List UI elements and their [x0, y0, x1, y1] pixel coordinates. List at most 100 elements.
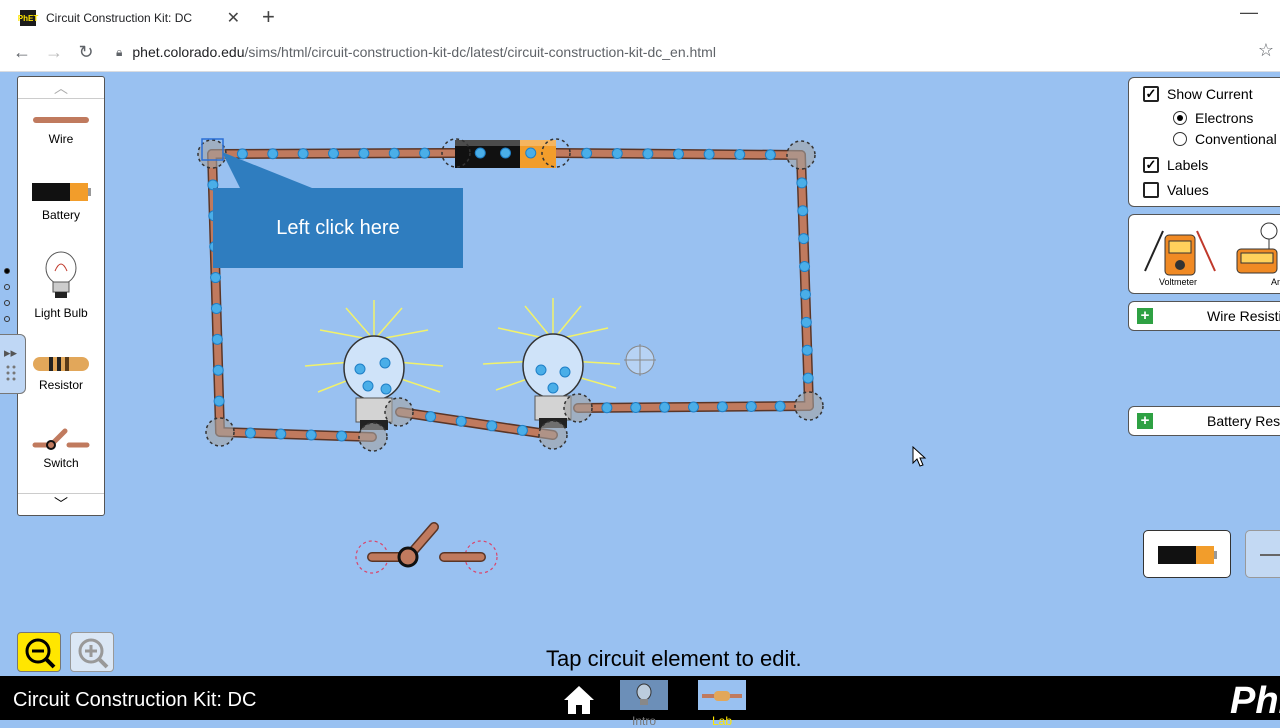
instruction-tooltip: Left click here	[213, 188, 463, 268]
electron	[800, 316, 812, 328]
electron	[380, 383, 392, 395]
reload-icon[interactable]: ↻	[70, 42, 102, 63]
minimize-window-button[interactable]: —	[1240, 2, 1258, 23]
electron	[642, 148, 654, 160]
vertex-bulb1-right[interactable]	[384, 397, 414, 427]
toolbox-switch[interactable]: Switch	[18, 425, 104, 470]
electron	[336, 430, 348, 442]
sim-title: Circuit Construction Kit: DC	[13, 689, 257, 711]
loose-switch[interactable]	[355, 522, 498, 574]
values-checkbox[interactable]: Values	[1143, 182, 1209, 198]
electron	[774, 400, 786, 412]
electron	[703, 148, 715, 160]
electron	[525, 147, 537, 159]
ammeter-label: Amm	[1271, 277, 1280, 287]
simulation-play-area: ︿ Wire Battery Light Bulb Resistor Switc…	[0, 72, 1280, 676]
back-arrow-icon[interactable]: ←	[6, 42, 38, 63]
address-bar-row: ← → ↻ 🔒︎ phet.colorado.edu/sims/html/cir…	[0, 36, 1280, 68]
screen-intro-button[interactable]: Intro	[620, 680, 668, 728]
electron	[474, 147, 486, 159]
toolbox-resistor[interactable]: Resistor	[18, 355, 104, 392]
browser-tab[interactable]: PhET Circuit Construction Kit: DC ✕	[8, 4, 248, 32]
battery-icon	[1158, 546, 1217, 564]
lock-icon: 🔒︎	[116, 44, 123, 59]
electron	[500, 147, 511, 159]
wire-resistivity-panel[interactable]: + Wire Resistivi	[1128, 301, 1280, 331]
new-tab-button[interactable]: +	[262, 4, 275, 30]
electron	[630, 402, 642, 413]
electron	[797, 205, 809, 217]
page-dot-2[interactable]	[4, 284, 10, 290]
checkbox-checked-icon: ✓	[1143, 157, 1159, 173]
expand-plus-icon[interactable]: +	[1137, 308, 1153, 324]
forward-arrow-icon[interactable]: →	[38, 42, 70, 63]
sensor-drawer-handle[interactable]: ▸▸	[0, 334, 26, 394]
checkbox-checked-icon: ✓	[1143, 86, 1159, 102]
vertex-bulb1-left[interactable]	[358, 422, 388, 452]
conventional-radio[interactable]: Conventional	[1173, 131, 1277, 147]
labels-checkbox[interactable]: ✓ Labels	[1143, 157, 1208, 173]
electron	[611, 148, 623, 159]
radio-selected-icon	[1173, 111, 1187, 125]
electrons-radio[interactable]: Electrons	[1173, 110, 1253, 126]
phet-favicon-icon: PhET	[18, 10, 38, 26]
radio-unselected-icon	[1173, 132, 1187, 146]
carousel-down-button[interactable]: ﹀	[18, 493, 104, 515]
electron	[547, 382, 559, 394]
toolbox-label: Light Bulb	[34, 306, 88, 320]
display-options-panel: ✓ Show Current Electrons Conventional ✓ La…	[1128, 77, 1280, 207]
screen-label: Intro	[631, 714, 656, 728]
url-field[interactable]: phet.colorado.edu/sims/html/circuit-cons…	[132, 44, 716, 60]
electron	[734, 149, 746, 160]
wire-type-button[interactable]	[1245, 530, 1280, 578]
bookmark-star-icon[interactable]: ☆	[1258, 40, 1274, 61]
checkbox-unchecked-icon	[1143, 182, 1159, 198]
url-path: /sims/html/circuit-construction-kit-dc/l…	[244, 44, 716, 60]
wire-icon	[1260, 554, 1280, 556]
zoom-in-icon	[78, 638, 109, 669]
vertex-bottom-right[interactable]	[794, 391, 824, 421]
page-dot-4[interactable]	[4, 316, 10, 322]
electron	[210, 302, 222, 314]
vertex-bulb2-left[interactable]	[538, 420, 568, 450]
electron	[799, 288, 811, 300]
expand-plus-icon[interactable]: +	[1137, 413, 1153, 429]
vertex-bottom-left[interactable]	[205, 417, 235, 447]
electron	[354, 363, 366, 375]
svg-text:▸▸: ▸▸	[4, 346, 18, 361]
show-current-checkbox[interactable]: ✓ Show Current	[1143, 86, 1253, 102]
electron	[601, 402, 613, 414]
battery-resistance-panel[interactable]: + Battery Resista	[1128, 406, 1280, 436]
resistor-icon	[33, 357, 89, 371]
sensor-toolbox: Voltmeter Amm	[1128, 214, 1280, 294]
electron	[486, 420, 498, 432]
wire-resistivity-title: Wire Resistivi	[1207, 308, 1280, 324]
close-tab-icon[interactable]: ✕	[227, 8, 240, 28]
electrons-label: Electrons	[1195, 110, 1254, 126]
zoom-out-icon	[25, 638, 56, 669]
show-current-label: Show Current	[1167, 86, 1253, 102]
zoom-in-button[interactable]	[70, 632, 114, 672]
browser-chrome: PhET Circuit Construction Kit: DC ✕ + — …	[0, 0, 1280, 72]
voltmeter-icon[interactable]	[1141, 221, 1221, 277]
phet-logo[interactable]: PhET	[1230, 682, 1280, 720]
vertex-top-right[interactable]	[786, 140, 816, 170]
electron	[716, 401, 728, 413]
electron	[659, 401, 671, 413]
vertex-bulb2-right[interactable]	[563, 393, 593, 423]
electron	[559, 366, 571, 378]
electron	[801, 344, 813, 356]
lab-screen-icon	[698, 680, 746, 710]
switch-icon	[32, 428, 90, 450]
page-dot-3[interactable]	[4, 300, 10, 306]
zoom-out-button[interactable]	[17, 632, 61, 672]
electron	[802, 372, 814, 384]
home-icon[interactable]	[562, 684, 596, 716]
electron	[425, 411, 437, 423]
screen-lab-button[interactable]: Lab	[698, 680, 746, 728]
battery-type-button[interactable]	[1143, 530, 1231, 578]
intro-screen-icon	[620, 680, 668, 710]
values-label: Values	[1167, 182, 1209, 198]
ammeter-icon[interactable]	[1233, 219, 1280, 277]
carousel-page-dots	[4, 268, 10, 332]
